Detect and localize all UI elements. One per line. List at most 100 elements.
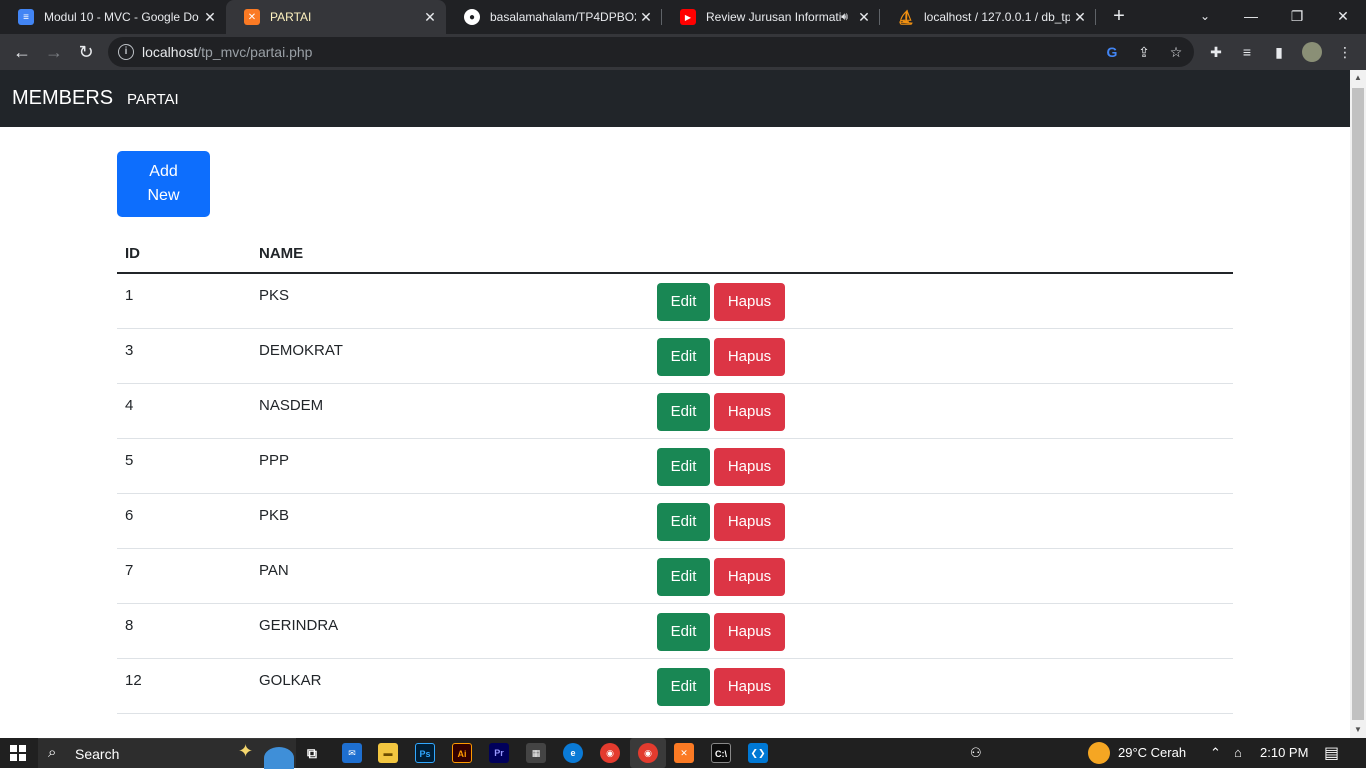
- search-highlight-icon: ✦: [238, 741, 254, 761]
- file-explorer-icon[interactable]: ▬: [378, 743, 398, 763]
- url-path: /tp_mvc/partai.php: [197, 44, 313, 60]
- hapus-button[interactable]: Hapus: [714, 613, 785, 651]
- show-hidden-icons-chevron[interactable]: ⌃: [1210, 745, 1221, 761]
- menu-kebab-icon[interactable]: ⋮: [1335, 42, 1355, 62]
- close-tab-icon[interactable]: ✕: [854, 9, 874, 26]
- chrome-icon[interactable]: ◉: [638, 743, 658, 763]
- tab-partai[interactable]: ✕ PARTAI ✕: [226, 0, 446, 34]
- site-info-icon[interactable]: i: [118, 44, 134, 60]
- row-id: 1: [125, 287, 134, 304]
- side-panel-icon[interactable]: ▮: [1269, 42, 1289, 62]
- page-scrollbar[interactable]: ▲ ▼: [1350, 70, 1366, 738]
- scroll-down-icon[interactable]: ▼: [1350, 722, 1366, 738]
- clock-time[interactable]: 2:10 PM: [1260, 745, 1308, 760]
- row-id: 7: [125, 562, 134, 579]
- nav-link-partai[interactable]: PARTAI: [127, 91, 179, 108]
- illustrator-icon[interactable]: Ai: [452, 743, 472, 763]
- new-tab-button[interactable]: +: [1108, 5, 1130, 29]
- row-id: 6: [125, 507, 134, 524]
- tab-search-chevron-icon[interactable]: ⌄: [1182, 0, 1228, 34]
- tab-phpmyadmin[interactable]: ⛵︎ localhost / 127.0.0.1 / db_tp4 ✕: [880, 0, 1096, 34]
- premiere-icon[interactable]: Pr: [489, 743, 509, 763]
- tab-title: Review Jurusan Informatik: [706, 10, 842, 24]
- row-name: PKS: [259, 287, 290, 304]
- media-control-icon[interactable]: ≡: [1237, 42, 1257, 62]
- back-icon[interactable]: ←: [10, 40, 34, 64]
- people-icon[interactable]: ⚇: [970, 745, 982, 761]
- google-lens-icon[interactable]: G: [1102, 42, 1122, 62]
- weather-text[interactable]: 29°C Cerah: [1118, 745, 1186, 760]
- row-name: NASDEM: [259, 397, 324, 414]
- vscode-icon[interactable]: ❮❯: [748, 743, 768, 763]
- add-new-label-line1: Add: [149, 163, 178, 180]
- address-bar[interactable]: i localhost/tp_mvc/partai.php G ⇪ ☆: [108, 37, 1194, 67]
- tab-title: Modul 10 - MVC - Google Do: [44, 10, 199, 24]
- hapus-button[interactable]: Hapus: [714, 338, 785, 376]
- row-id: 8: [125, 617, 134, 634]
- hapus-button[interactable]: Hapus: [714, 668, 785, 706]
- row-name: GERINDRA: [259, 617, 339, 634]
- terminal-icon[interactable]: C:\: [711, 743, 731, 763]
- notifications-icon[interactable]: ▤: [1324, 743, 1339, 763]
- share-icon[interactable]: ⇪: [1134, 42, 1154, 62]
- hapus-button[interactable]: Hapus: [714, 393, 785, 431]
- extensions-icon[interactable]: ✚: [1206, 42, 1226, 62]
- hapus-button[interactable]: Hapus: [714, 503, 785, 541]
- search-icon: ⌕: [48, 744, 57, 761]
- tab-google-docs[interactable]: ≡ Modul 10 - MVC - Google Do ✕: [0, 0, 226, 34]
- table-body: 1 PKS Edit Hapus 3 DEMOKRAT Edit Hapus 4 NASDEM Ed…: [117, 274, 1233, 714]
- xampp-icon[interactable]: ✕: [674, 743, 694, 763]
- tab-title: PARTAI: [270, 10, 312, 24]
- xampp-icon: ✕: [244, 9, 260, 25]
- task-view-icon[interactable]: ⧉: [302, 743, 322, 763]
- edit-button[interactable]: Edit: [657, 338, 710, 376]
- phpmyadmin-icon: ⛵︎: [897, 8, 915, 25]
- edit-button[interactable]: Edit: [657, 503, 710, 541]
- profile-avatar[interactable]: [1302, 42, 1322, 62]
- navbar-brand[interactable]: MEMBERS: [12, 87, 113, 110]
- minimize-button[interactable]: —: [1228, 0, 1274, 34]
- close-window-button[interactable]: ✕: [1320, 0, 1366, 34]
- scrollbar-thumb[interactable]: [1352, 88, 1364, 720]
- row-name: PAN: [259, 562, 289, 579]
- taskbar-search[interactable]: ⌕ Search ✦: [38, 738, 296, 769]
- speaker-icon[interactable]: 🔊︎: [841, 11, 848, 24]
- network-icon[interactable]: ⌂: [1234, 745, 1242, 760]
- restore-button[interactable]: ❐: [1274, 0, 1320, 34]
- edge-icon[interactable]: e: [563, 743, 583, 763]
- tab-title: basalamahalam/TP4DPBO202: [490, 10, 636, 24]
- bookmark-star-icon[interactable]: ☆: [1166, 42, 1186, 62]
- forward-icon[interactable]: →: [42, 40, 66, 64]
- close-tab-icon[interactable]: ✕: [200, 9, 220, 26]
- close-tab-icon[interactable]: ✕: [420, 9, 440, 26]
- add-new-button[interactable]: Add New: [117, 151, 210, 217]
- row-id: 5: [125, 452, 134, 469]
- weather-icon[interactable]: [1088, 742, 1110, 764]
- close-tab-icon[interactable]: ✕: [636, 9, 656, 26]
- hapus-button[interactable]: Hapus: [714, 448, 785, 486]
- tab-github[interactable]: ● basalamahalam/TP4DPBO202 ✕: [446, 0, 662, 34]
- youtube-icon: ▶: [680, 9, 696, 25]
- url-host: localhost: [142, 44, 198, 60]
- scroll-up-icon[interactable]: ▲: [1350, 70, 1366, 86]
- hapus-button[interactable]: Hapus: [714, 558, 785, 596]
- reload-icon[interactable]: ↻: [74, 40, 98, 64]
- table-row: 3 DEMOKRAT Edit Hapus: [117, 329, 1233, 384]
- close-tab-icon[interactable]: ✕: [1070, 9, 1090, 26]
- calculator-icon[interactable]: ▦: [526, 743, 546, 763]
- url-text[interactable]: localhost/tp_mvc/partai.php: [142, 44, 312, 60]
- mail-icon[interactable]: ✉: [342, 743, 362, 763]
- edit-button[interactable]: Edit: [657, 393, 710, 431]
- edit-button[interactable]: Edit: [657, 668, 710, 706]
- hapus-button[interactable]: Hapus: [714, 283, 785, 321]
- edit-button[interactable]: Edit: [657, 558, 710, 596]
- tab-youtube[interactable]: ▶ Review Jurusan Informatik 🔊︎ ✕: [662, 0, 880, 34]
- edit-button[interactable]: Edit: [657, 448, 710, 486]
- table-row: 12 GOLKAR Edit Hapus: [117, 659, 1233, 714]
- edit-button[interactable]: Edit: [657, 613, 710, 651]
- windows-start-icon[interactable]: [10, 745, 26, 761]
- edit-button[interactable]: Edit: [657, 283, 710, 321]
- table-row: 8 GERINDRA Edit Hapus: [117, 604, 1233, 659]
- photoshop-icon[interactable]: Ps: [415, 743, 435, 763]
- chrome-icon[interactable]: ◉: [600, 743, 620, 763]
